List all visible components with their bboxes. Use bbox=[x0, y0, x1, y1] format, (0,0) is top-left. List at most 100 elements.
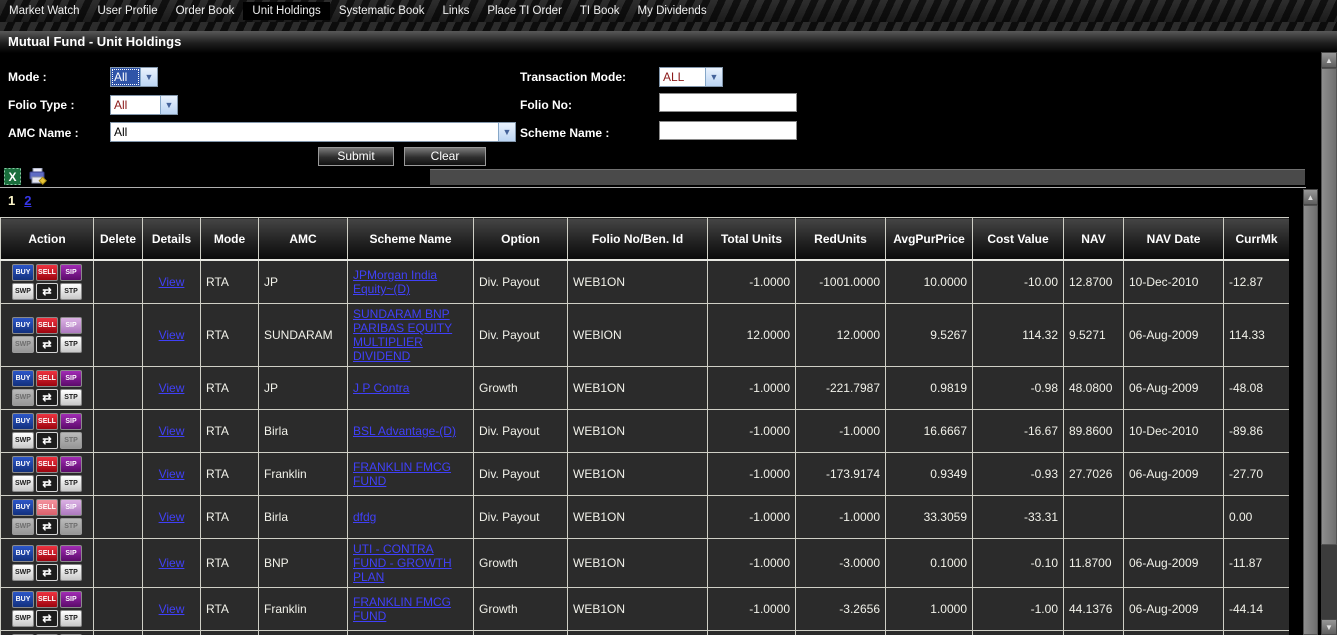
option-cell: Growth bbox=[474, 588, 568, 631]
sell-button[interactable]: SELL bbox=[36, 499, 58, 516]
scheme-link[interactable]: J P Contra bbox=[353, 381, 409, 395]
mode-select[interactable]: All ▼ bbox=[110, 67, 158, 87]
page-number-link[interactable]: 2 bbox=[24, 193, 31, 208]
sip-button[interactable]: SIP bbox=[60, 456, 82, 473]
view-link[interactable]: View bbox=[159, 467, 185, 481]
nav-item-my-dividends[interactable]: My Dividends bbox=[629, 2, 716, 20]
stp-button[interactable]: STP bbox=[60, 518, 82, 535]
amc-name-select[interactable]: All ▼ bbox=[110, 122, 516, 142]
nav-item-systematic-book[interactable]: Systematic Book bbox=[330, 2, 434, 20]
chevron-down-icon[interactable]: ▼ bbox=[160, 96, 177, 114]
swp-button[interactable]: SWP bbox=[12, 336, 34, 353]
sip-button[interactable]: SIP bbox=[60, 317, 82, 334]
scheme-link[interactable]: UTI - CONTRA FUND - GROWTH PLAN bbox=[353, 542, 452, 584]
scheme-link[interactable]: dfdg bbox=[353, 510, 376, 524]
sell-button[interactable]: SELL bbox=[36, 591, 58, 608]
sell-button[interactable]: SELL bbox=[36, 413, 58, 430]
swp-button[interactable]: SWP bbox=[12, 610, 34, 627]
buy-button[interactable]: BUY bbox=[12, 317, 34, 334]
stp-button[interactable]: STP bbox=[60, 610, 82, 627]
nav-item-order-book[interactable]: Order Book bbox=[167, 2, 244, 20]
buy-button[interactable]: BUY bbox=[12, 264, 34, 281]
mode-cell: RTA bbox=[201, 453, 259, 496]
buy-button[interactable]: BUY bbox=[12, 545, 34, 562]
view-link[interactable]: View bbox=[159, 328, 185, 342]
clear-button[interactable]: Clear bbox=[404, 147, 486, 166]
view-link[interactable]: View bbox=[159, 424, 185, 438]
nav-item-market-watch[interactable]: Market Watch bbox=[0, 2, 89, 20]
transaction-mode-select[interactable]: ALL ▼ bbox=[659, 67, 723, 87]
nav-item-links[interactable]: Links bbox=[433, 2, 478, 20]
curr-mkt-value-cell: -48.08 bbox=[1224, 367, 1290, 410]
switch-icon[interactable]: ⇄ bbox=[36, 283, 58, 300]
scheme-link[interactable]: BSL Advantage-(D) bbox=[353, 424, 456, 438]
buy-button[interactable]: BUY bbox=[12, 499, 34, 516]
chevron-down-icon[interactable]: ▼ bbox=[140, 68, 157, 86]
page-scrollbar[interactable]: ▲ ▼ bbox=[1321, 52, 1337, 635]
nav-item-unit-holdings[interactable]: Unit Holdings bbox=[243, 2, 329, 20]
scheme-link[interactable]: FRANKLIN FMCG FUND bbox=[353, 460, 451, 488]
sip-button[interactable]: SIP bbox=[60, 264, 82, 281]
view-link[interactable]: View bbox=[159, 381, 185, 395]
chevron-down-icon[interactable]: ▼ bbox=[498, 123, 515, 141]
sell-button[interactable]: SELL bbox=[36, 317, 58, 334]
stp-button[interactable]: STP bbox=[60, 564, 82, 581]
nav-cell: 27.7026 bbox=[1064, 453, 1124, 496]
scheme-link[interactable]: SUNDARAM BNP PARIBAS EQUITY MULTIPLIER D… bbox=[353, 307, 452, 363]
sip-button[interactable]: SIP bbox=[60, 413, 82, 430]
chevron-down-icon[interactable]: ▼ bbox=[705, 68, 722, 86]
switch-icon[interactable]: ⇄ bbox=[36, 475, 58, 492]
swp-button[interactable]: SWP bbox=[12, 518, 34, 535]
table-scrollbar-thumb[interactable] bbox=[1303, 205, 1318, 635]
switch-icon[interactable]: ⇄ bbox=[36, 336, 58, 353]
sip-button[interactable]: SIP bbox=[60, 591, 82, 608]
sip-button[interactable]: SIP bbox=[60, 370, 82, 387]
scroll-up-icon[interactable]: ▲ bbox=[1321, 52, 1337, 68]
stp-button[interactable]: STP bbox=[60, 283, 82, 300]
page-scrollbar-thumb[interactable] bbox=[1321, 68, 1337, 545]
scheme-link[interactable]: FRANKLIN FMCG FUND bbox=[353, 595, 451, 623]
buy-button[interactable]: BUY bbox=[12, 591, 34, 608]
folio-type-select[interactable]: All ▼ bbox=[110, 95, 178, 115]
switch-icon[interactable]: ⇄ bbox=[36, 432, 58, 449]
switch-icon[interactable]: ⇄ bbox=[36, 389, 58, 406]
scroll-down-icon[interactable]: ▼ bbox=[1321, 619, 1337, 635]
sip-button[interactable]: SIP bbox=[60, 545, 82, 562]
switch-icon[interactable]: ⇄ bbox=[36, 610, 58, 627]
swp-button[interactable]: SWP bbox=[12, 283, 34, 300]
swp-button[interactable]: SWP bbox=[12, 389, 34, 406]
nav-item-place-ti-order[interactable]: Place TI Order bbox=[478, 2, 571, 20]
scheme-link[interactable]: JPMorgan India Equity~(D) bbox=[353, 268, 437, 296]
switch-icon[interactable]: ⇄ bbox=[36, 518, 58, 535]
sell-button[interactable]: SELL bbox=[36, 545, 58, 562]
sell-button[interactable]: SELL bbox=[36, 264, 58, 281]
buy-button[interactable]: BUY bbox=[12, 413, 34, 430]
folio-no-input[interactable] bbox=[659, 93, 797, 112]
sip-button[interactable]: SIP bbox=[60, 499, 82, 516]
scheme-cell: SUNDARAM BNP PARIBAS EQUITY MULTIPLIER D… bbox=[348, 304, 474, 367]
sell-button[interactable]: SELL bbox=[36, 456, 58, 473]
view-link[interactable]: View bbox=[159, 556, 185, 570]
buy-button[interactable]: BUY bbox=[12, 370, 34, 387]
swp-button[interactable]: SWP bbox=[12, 475, 34, 492]
swp-button[interactable]: SWP bbox=[12, 564, 34, 581]
stp-button[interactable]: STP bbox=[60, 389, 82, 406]
nav-item-user-profile[interactable]: User Profile bbox=[89, 2, 167, 20]
buy-button[interactable]: BUY bbox=[12, 456, 34, 473]
view-link[interactable]: View bbox=[159, 510, 185, 524]
scheme-name-input[interactable] bbox=[659, 121, 797, 140]
view-link[interactable]: View bbox=[159, 602, 185, 616]
stp-button[interactable]: STP bbox=[60, 475, 82, 492]
stp-button[interactable]: STP bbox=[60, 432, 82, 449]
column-header-total-units: Total Units bbox=[708, 218, 796, 261]
stp-button[interactable]: STP bbox=[60, 336, 82, 353]
table-scrollbar[interactable]: ▲ bbox=[1303, 189, 1318, 635]
option-cell: Div. Payout bbox=[474, 260, 568, 304]
nav-item-ti-book[interactable]: TI Book bbox=[571, 2, 629, 20]
switch-icon[interactable]: ⇄ bbox=[36, 564, 58, 581]
scroll-up-icon[interactable]: ▲ bbox=[1303, 189, 1318, 205]
view-link[interactable]: View bbox=[159, 275, 185, 289]
swp-button[interactable]: SWP bbox=[12, 432, 34, 449]
submit-button[interactable]: Submit bbox=[318, 147, 394, 166]
sell-button[interactable]: SELL bbox=[36, 370, 58, 387]
